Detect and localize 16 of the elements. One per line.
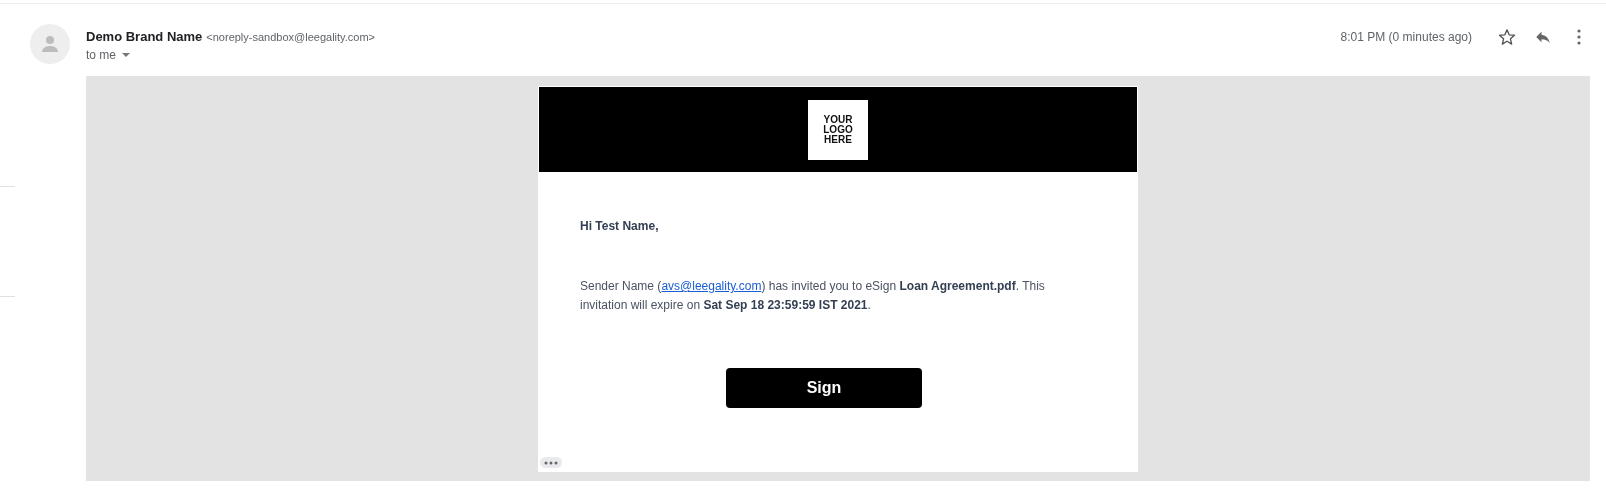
received-time: 8:01 PM (0 minutes ago) xyxy=(1340,30,1472,44)
caret-icon xyxy=(122,53,130,57)
greeting: Hi Test Name, xyxy=(580,219,660,233)
invitation-text: Sender Name (avs@leegality.com) has invited you to eSign Loan Agreement.pdf. This invitation will expire on Sat Sep 18 23:59:59 IST 2021. xyxy=(580,278,1046,314)
sender-email: <noreply-sandbox@leegality.com> xyxy=(206,31,376,43)
sign-button[interactable]: Sign xyxy=(726,368,922,408)
more-icon xyxy=(1577,29,1581,45)
ellipsis-icon xyxy=(544,460,558,465)
show-trimmed-button[interactable] xyxy=(540,457,562,468)
logo: YOUR LOGO HERE xyxy=(808,99,868,160)
recipient-toggle[interactable]: to me xyxy=(86,48,130,62)
sender-name: Demo Brand Name xyxy=(86,29,203,44)
star-icon xyxy=(1498,28,1516,46)
star-button[interactable] xyxy=(1496,26,1518,48)
person-icon xyxy=(40,34,60,54)
email-link[interactable]: avs@leegality.com xyxy=(661,279,762,293)
